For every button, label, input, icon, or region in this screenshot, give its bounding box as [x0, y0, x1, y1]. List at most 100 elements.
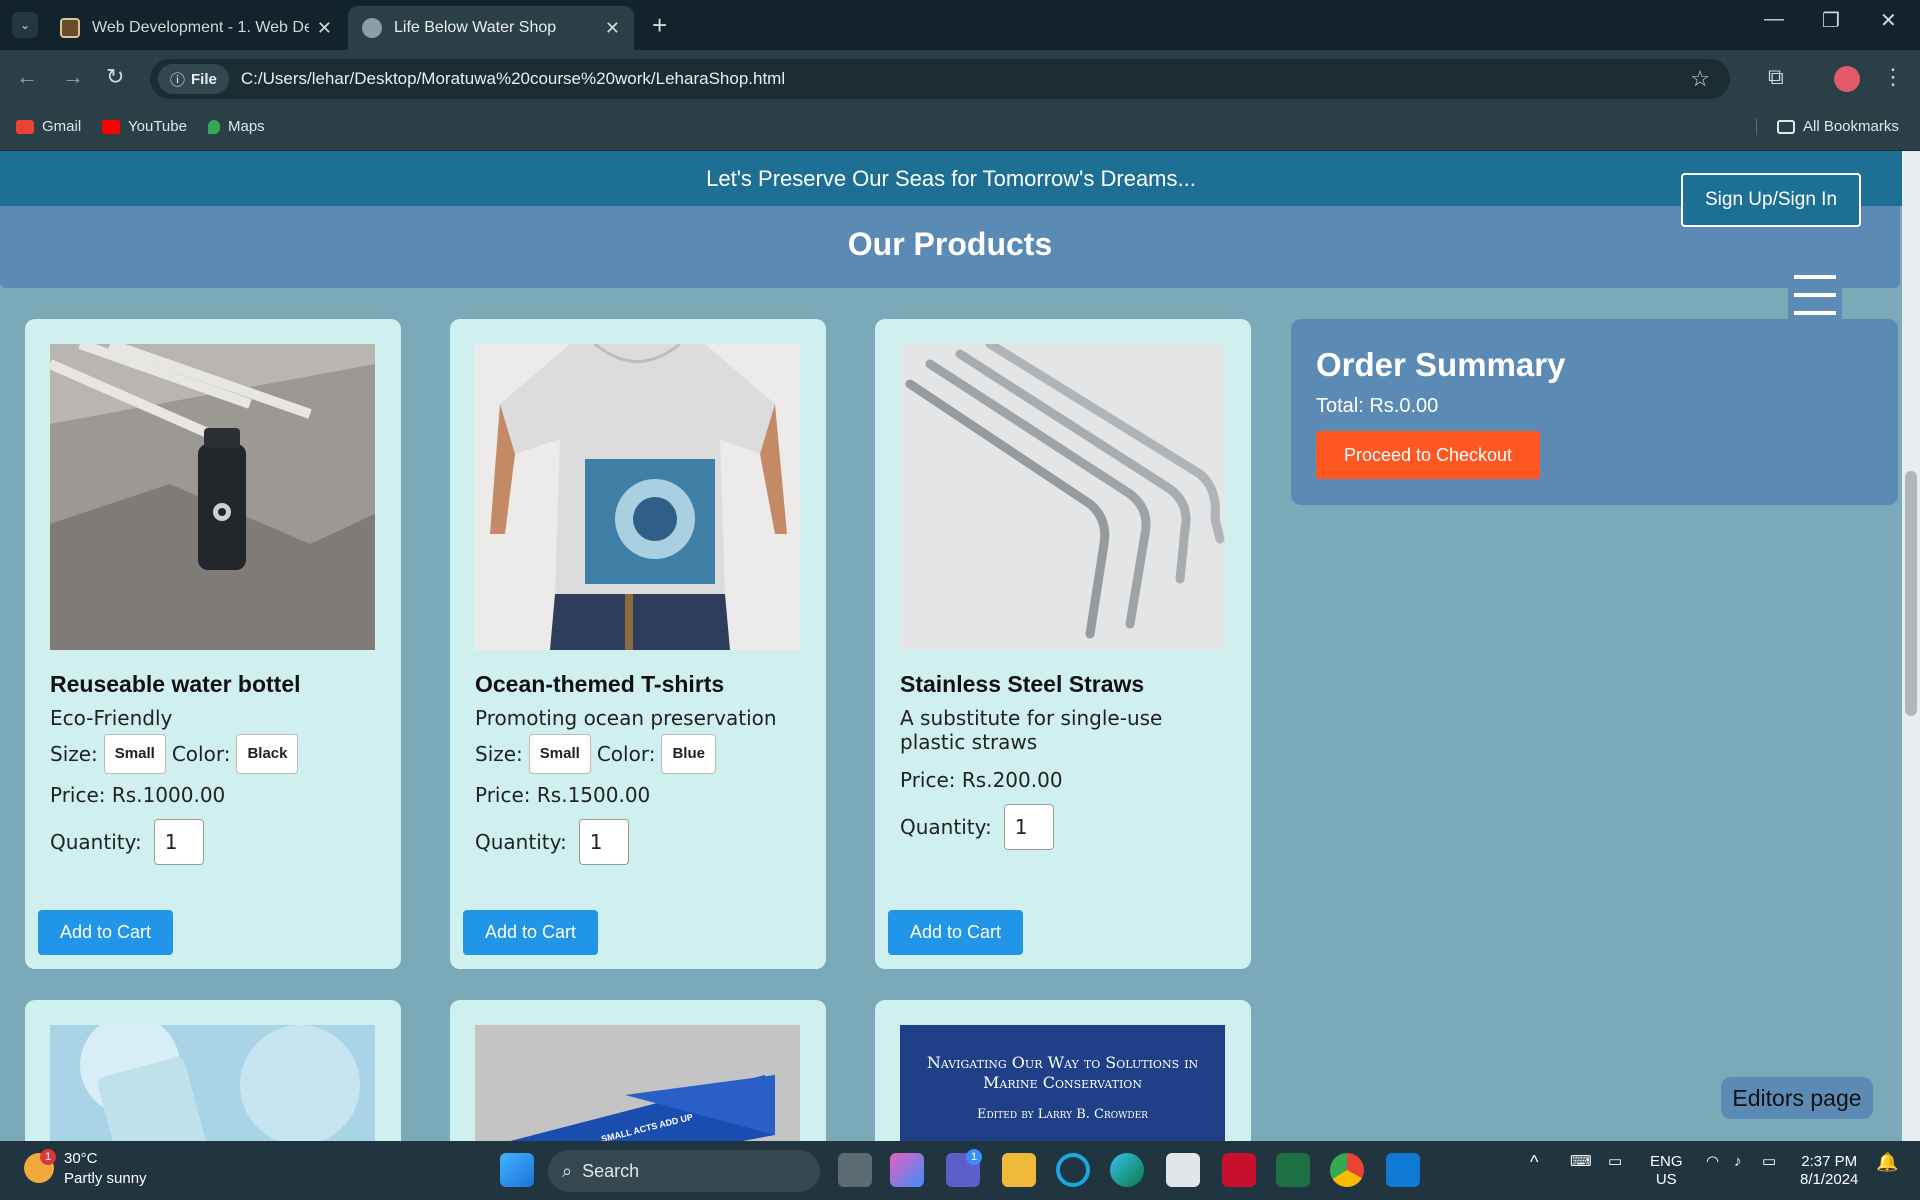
page-scrollbar[interactable]: [1902, 151, 1920, 1141]
add-to-cart-button[interactable]: Add to Cart: [38, 910, 173, 955]
quantity-input[interactable]: 1: [578, 819, 629, 865]
close-tab-icon[interactable]: ✕: [317, 18, 332, 39]
quantity-label: Quantity:: [475, 830, 567, 854]
site-info-chip[interactable]: ⓘ File: [158, 64, 229, 94]
quantity-input[interactable]: 1: [153, 819, 204, 865]
quantity-label: Quantity:: [900, 815, 992, 839]
add-to-cart-button[interactable]: Add to Cart: [463, 910, 598, 955]
quantity-input[interactable]: 1: [1003, 804, 1054, 850]
weather-badge: 1: [40, 1149, 56, 1165]
taskbar-search[interactable]: ⌕ Search: [548, 1150, 820, 1192]
color-select[interactable]: Black: [236, 734, 299, 774]
products-heading: Our Products: [0, 206, 1900, 288]
order-summary: Order Summary Total: Rs.0.00 Proceed to …: [1291, 319, 1898, 505]
product-image: SMALL ACTS ADD UP: [475, 1025, 800, 1141]
web-page: Let's Preserve Our Seas for Tomorrow's D…: [0, 151, 1902, 1141]
quantity-row: Quantity: 1: [475, 819, 629, 865]
size-select[interactable]: Small: [528, 734, 591, 774]
bookmark-star-icon[interactable]: ☆: [1690, 66, 1710, 92]
back-icon[interactable]: ←: [16, 64, 38, 90]
size-select[interactable]: Small: [103, 734, 166, 774]
edge-icon[interactable]: [1110, 1153, 1144, 1187]
wifi-icon[interactable]: ◠: [1706, 1153, 1719, 1171]
product-price: Price: Rs.200.00: [900, 768, 1063, 792]
weather-widget[interactable]: 1 30°C Partly sunny: [24, 1149, 147, 1189]
browser-toolbar: ← → ↻ ⓘ File C:/Users/lehar/Desktop/Morat…: [0, 50, 1920, 108]
product-description: Eco-Friendly: [50, 706, 173, 730]
add-to-cart-button[interactable]: Add to Cart: [888, 910, 1023, 955]
product-card: Navigating Our Way to Solutions in Marin…: [875, 1000, 1251, 1141]
folder-icon: [1777, 119, 1795, 134]
copilot-icon[interactable]: [890, 1153, 924, 1187]
product-description: Promoting ocean preservation: [475, 706, 777, 730]
menu-dots-icon[interactable]: ⋮: [1882, 64, 1904, 90]
bookmarks-bar: Gmail YouTube Maps All Bookmarks: [0, 108, 1920, 150]
cortana-icon[interactable]: [1056, 1153, 1090, 1187]
color-label: Color:: [171, 742, 231, 766]
price-value: Rs.1000.00: [111, 783, 226, 807]
store-icon[interactable]: [1166, 1153, 1200, 1187]
close-window-icon[interactable]: ✕: [1880, 8, 1897, 33]
file-explorer-icon[interactable]: [1002, 1153, 1036, 1187]
url-text: C:/Users/lehar/Desktop/Moratuwa%20course…: [240, 69, 786, 88]
minimize-icon[interactable]: —: [1764, 8, 1784, 31]
tab-search-icon[interactable]: ⌄: [12, 12, 38, 38]
file-label: File: [191, 70, 217, 88]
vscode-icon[interactable]: [1386, 1153, 1420, 1187]
editors-page-button[interactable]: Editors page: [1721, 1077, 1873, 1119]
top-banner: Let's Preserve Our Seas for Tomorrow's D…: [0, 151, 1902, 206]
bookmark-label: YouTube: [128, 118, 187, 135]
bookmark-label: Maps: [228, 118, 265, 135]
tab-title: Life Below Water Shop: [394, 19, 557, 36]
bookmark-youtube[interactable]: YouTube: [102, 118, 187, 135]
touch-keyboard-icon[interactable]: ▭: [1608, 1153, 1622, 1171]
reload-icon[interactable]: ↻: [106, 64, 124, 90]
new-tab-button[interactable]: +: [652, 10, 667, 41]
bookmark-maps[interactable]: Maps: [208, 118, 265, 135]
tab-life-below-water[interactable]: Life Below Water Shop ✕: [348, 6, 634, 50]
price-value: Rs.200.00: [961, 768, 1063, 792]
product-name: Stainless Steel Straws: [900, 671, 1145, 697]
close-tab-icon[interactable]: ✕: [605, 18, 620, 39]
product-card: [25, 1000, 401, 1141]
all-bookmarks[interactable]: All Bookmarks: [1756, 118, 1899, 135]
sign-in-button[interactable]: Sign Up/Sign In: [1681, 173, 1861, 227]
volume-icon[interactable]: ♪: [1734, 1153, 1742, 1171]
mcafee-icon[interactable]: [1222, 1153, 1256, 1187]
price-label: Price:: [50, 783, 106, 807]
quantity-row: Quantity: 1: [900, 804, 1054, 850]
book-title: Navigating Our Way to Solutions in Marin…: [926, 1053, 1199, 1092]
forward-icon[interactable]: →: [62, 64, 84, 90]
keyboard-icon[interactable]: ⌨: [1570, 1153, 1592, 1171]
checkout-button[interactable]: Proceed to Checkout: [1316, 431, 1540, 479]
color-select[interactable]: Blue: [661, 734, 716, 774]
order-total: Total: Rs.0.00: [1316, 395, 1439, 417]
tab-web-development[interactable]: Web Development - 1. Web De ✕: [46, 6, 346, 50]
price-value: Rs.1500.00: [536, 783, 651, 807]
notification-bell-icon[interactable]: 🔔: [1876, 1153, 1898, 1171]
excel-icon[interactable]: [1276, 1153, 1310, 1187]
profile-avatar[interactable]: [1834, 66, 1860, 92]
clock[interactable]: 2:37 PM 8/1/2024: [1800, 1153, 1858, 1189]
battery-icon[interactable]: ▭: [1762, 1153, 1776, 1171]
temperature: 30°C: [64, 1150, 98, 1167]
address-bar[interactable]: ⓘ File C:/Users/lehar/Desktop/Moratuwa%20…: [150, 59, 1730, 99]
search-icon: ⌕: [562, 1160, 573, 1181]
product-image: [475, 344, 800, 650]
book-editor: Edited by Larry B. Crowder: [977, 1107, 1148, 1122]
globe-icon: [362, 18, 382, 38]
scrollbar-thumb[interactable]: [1905, 471, 1917, 716]
bookmark-gmail[interactable]: Gmail: [16, 118, 81, 135]
windows-start-icon[interactable]: [500, 1153, 534, 1187]
product-image: [50, 344, 375, 650]
language-indicator[interactable]: ENG US: [1650, 1153, 1683, 1189]
date: 8/1/2024: [1800, 1171, 1859, 1188]
chrome-icon[interactable]: [1330, 1153, 1364, 1187]
show-hidden-icons[interactable]: ^: [1530, 1153, 1538, 1171]
bookmark-label: All Bookmarks: [1803, 118, 1899, 135]
extensions-icon[interactable]: ⧉: [1768, 64, 1784, 90]
product-card: SMALL ACTS ADD UP: [450, 1000, 826, 1141]
task-view-icon[interactable]: [838, 1153, 872, 1187]
restore-icon[interactable]: ❐: [1822, 8, 1840, 33]
product-card: Ocean-themed T-shirts Promoting ocean pr…: [450, 319, 826, 969]
